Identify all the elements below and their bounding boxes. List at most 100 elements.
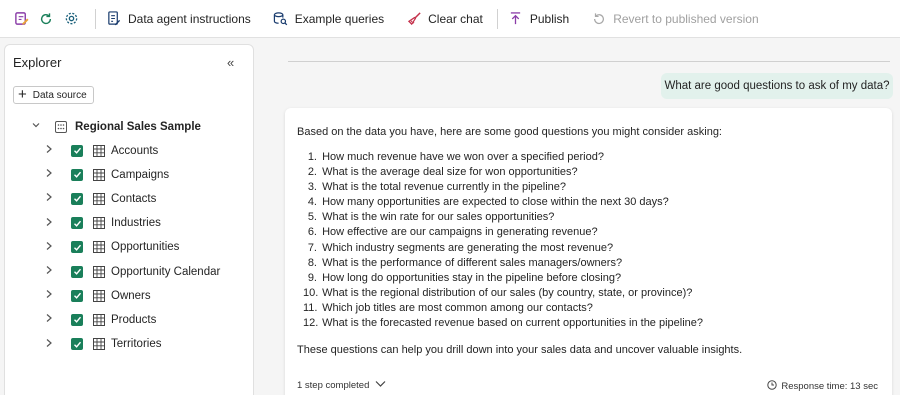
publish-arrow-icon	[508, 11, 524, 27]
add-data-source-button[interactable]: + Data source	[13, 86, 94, 104]
agent-response-card: Based on the data you have, here are som…	[285, 108, 892, 395]
table-name: Industries	[111, 217, 161, 230]
refresh-icon[interactable]	[37, 10, 55, 28]
suggested-question: 7. Which industry segments are generatin…	[303, 242, 703, 257]
table-tree-item[interactable]: Industries	[45, 217, 161, 230]
table-tree-item[interactable]: Accounts	[45, 144, 158, 157]
steps-completed-toggle[interactable]: 1 step completed	[297, 380, 386, 391]
user-message-bubble: What are good questions to ask of my dat…	[661, 73, 893, 99]
edit-notes-icon[interactable]	[12, 10, 30, 28]
suggested-questions-list: 1. How much revenue have we won over a s…	[303, 151, 703, 332]
explorer-panel: Explorer « + Data source Regional Sales …	[4, 44, 254, 395]
table-name: Opportunity Calendar	[111, 265, 221, 278]
table-checkbox[interactable]	[71, 338, 83, 351]
chevron-right-icon[interactable]	[45, 144, 55, 157]
chat-divider	[288, 61, 890, 62]
clear-chat-label: Clear chat	[428, 11, 483, 26]
collapse-panel-icon[interactable]: «	[227, 55, 234, 70]
chevron-right-icon[interactable]	[45, 192, 55, 205]
table-tree-item[interactable]: Campaigns	[45, 168, 169, 181]
table-tree-item[interactable]: Territories	[45, 338, 161, 351]
tree-root-label: Regional Sales Sample	[75, 120, 201, 133]
data-agent-instructions-button[interactable]: Data agent instructions	[106, 11, 251, 27]
table-tree-item[interactable]: Contacts	[45, 192, 156, 205]
question-text: What is the forecasted revenue based on …	[322, 317, 704, 330]
table-checkbox[interactable]	[71, 241, 83, 254]
table-icon	[93, 192, 105, 205]
table-checkbox[interactable]	[71, 144, 83, 157]
chevron-right-icon[interactable]	[45, 265, 55, 278]
question-text: How much revenue have we won over a spec…	[322, 151, 604, 163]
suggested-question: 10. What is the regional distribution of…	[303, 287, 703, 302]
data-source-label: Data source	[32, 89, 87, 101]
toolbar: Data agent instructions Example queries …	[0, 0, 900, 38]
question-text: What is the win rate for our sales oppor…	[322, 211, 555, 224]
steps-completed-label: 1 step completed	[297, 380, 370, 391]
revert-button[interactable]: Revert to published version	[591, 11, 759, 27]
response-time-label: Response time: 13 sec	[781, 381, 878, 392]
table-checkbox[interactable]	[71, 313, 83, 326]
data-agent-instructions-label: Data agent instructions	[128, 11, 251, 26]
chevron-down-icon	[375, 380, 386, 391]
chevron-right-icon[interactable]	[45, 168, 55, 181]
table-checkbox[interactable]	[71, 265, 83, 278]
document-edit-icon	[106, 11, 122, 27]
chevron-right-icon[interactable]	[45, 313, 55, 326]
database-search-icon	[273, 11, 289, 27]
chevron-right-icon[interactable]	[45, 338, 55, 351]
suggested-question: 3. What is the total revenue currently i…	[303, 181, 703, 196]
table-icon	[93, 265, 105, 278]
question-text: How many opportunities are expected to c…	[322, 196, 669, 209]
revert-icon	[591, 11, 607, 27]
suggested-question: 9. How long do opportunities stay in the…	[303, 272, 703, 287]
response-outro: These questions can help you drill down …	[297, 344, 743, 356]
chevron-down-icon[interactable]	[31, 120, 41, 133]
clear-chat-button[interactable]: Clear chat	[406, 11, 483, 27]
publish-button[interactable]: Publish	[508, 11, 569, 27]
question-text: What is the average deal size for won op…	[322, 166, 578, 179]
question-text: How long do opportunities stay in the pi…	[322, 271, 622, 284]
chevron-right-icon[interactable]	[45, 241, 55, 254]
table-checkbox[interactable]	[71, 192, 83, 205]
suggested-question: 4. How many opportunities are expected t…	[303, 196, 703, 211]
question-text: Which industry segments are generating t…	[322, 241, 614, 254]
table-icon	[93, 338, 105, 351]
suggested-question: 12. What is the forecasted revenue based…	[303, 317, 703, 332]
suggested-question: 11. Which job titles are most common amo…	[303, 302, 703, 317]
user-message-text: What are good questions to ask of my dat…	[664, 80, 890, 92]
table-icon	[93, 313, 105, 326]
suggested-question: 1. How much revenue have we won over a s…	[303, 151, 703, 166]
suggested-question: 8. What is the performance of different …	[303, 257, 703, 272]
example-queries-button[interactable]: Example queries	[273, 11, 384, 27]
table-name: Products	[111, 313, 157, 326]
explorer-title: Explorer	[13, 55, 62, 70]
table-name: Territories	[111, 338, 162, 351]
table-name: Opportunities	[111, 241, 180, 254]
table-icon	[93, 241, 105, 254]
table-tree-item[interactable]: Opportunities	[45, 241, 179, 254]
table-name: Campaigns	[111, 168, 170, 181]
table-checkbox[interactable]	[71, 289, 83, 302]
table-icon	[93, 217, 105, 230]
table-tree-item[interactable]: Owners	[45, 289, 151, 302]
semantic-model-icon	[55, 120, 67, 133]
publish-label: Publish	[529, 11, 570, 26]
toolbar-divider	[95, 8, 96, 29]
chevron-right-icon[interactable]	[45, 217, 55, 230]
toolbar-divider	[496, 8, 498, 29]
table-checkbox[interactable]	[71, 168, 83, 181]
table-name: Owners	[111, 289, 151, 302]
settings-gear-icon[interactable]	[62, 10, 80, 28]
table-checkbox[interactable]	[71, 217, 83, 230]
clock-icon	[767, 380, 778, 393]
table-tree-item[interactable]: Products	[45, 313, 156, 326]
broom-icon	[406, 11, 422, 27]
plus-icon: +	[18, 85, 27, 103]
table-tree-item[interactable]: Opportunity Calendar	[45, 265, 220, 278]
question-text: What is the regional distribution of our…	[322, 286, 693, 299]
question-text: How effective are our campaigns in gener…	[322, 226, 598, 239]
tree-root-item[interactable]: Regional Sales Sample	[31, 120, 201, 133]
table-icon	[93, 168, 105, 181]
table-icon	[93, 289, 105, 302]
chevron-right-icon[interactable]	[45, 289, 55, 302]
